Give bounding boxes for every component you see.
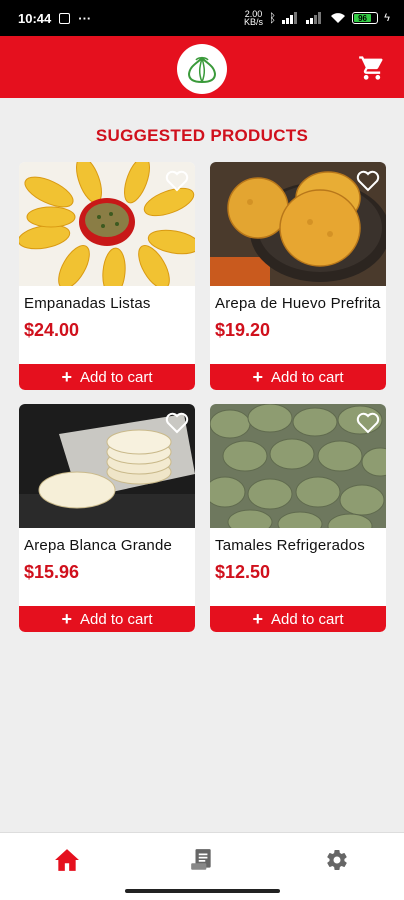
add-to-cart-button[interactable]: + Add to cart [210, 606, 386, 632]
arepa-huevo-photo [210, 162, 386, 286]
more-notifications-icon: ··· [78, 10, 92, 26]
notification-icon [59, 12, 71, 24]
add-to-cart-label: Add to cart [79, 368, 153, 386]
favorite-heart-icon[interactable] [165, 170, 189, 192]
plus-icon: + [61, 609, 72, 629]
add-to-cart-button[interactable]: + Add to cart [19, 364, 195, 390]
product-name: Arepa de Huevo Prefrita [215, 295, 381, 312]
favorite-heart-icon[interactable] [356, 412, 380, 434]
product-card[interactable]: Arepa Blanca Grande $15.96 + Add to cart [19, 404, 195, 632]
add-to-cart-button[interactable]: + Add to cart [210, 364, 386, 390]
section-title: SUGGESTED PRODUCTS [95, 126, 309, 145]
product-name: Tamales Refrigerados [215, 537, 365, 554]
product-price: $19.20 [215, 320, 271, 340]
product-price: $15.96 [24, 562, 80, 582]
status-time: 10:44 [18, 10, 52, 26]
product-grid: Empanadas Listas $24.00 + Add to cart Ar… [19, 162, 387, 632]
plus-icon: + [252, 367, 263, 387]
bottom-navigation [0, 832, 404, 886]
plus-icon: + [61, 367, 72, 387]
home-icon[interactable] [47, 840, 87, 880]
add-to-cart-button[interactable]: + Add to cart [19, 606, 195, 632]
net-speed: 2.00 KB/s [243, 9, 263, 27]
product-name: Arepa Blanca Grande [24, 537, 173, 554]
plus-icon: + [252, 609, 263, 629]
cart-icon[interactable] [358, 54, 386, 82]
tamales-logo-icon[interactable] [177, 44, 227, 94]
status-bar: 10:44 ··· 2.00 KB/s ᛒ 96 ϟ [0, 0, 404, 36]
add-to-cart-label: Add to cart [79, 610, 153, 628]
settings-icon[interactable] [317, 840, 357, 880]
product-card[interactable]: Tamales Refrigerados $12.50 + Add to car… [210, 404, 386, 632]
product-price: $12.50 [215, 562, 271, 582]
add-to-cart-label: Add to cart [270, 610, 344, 628]
battery-icon: 96 [352, 12, 379, 24]
arepa-blanca-photo [19, 404, 195, 528]
signal-icon [282, 12, 298, 24]
add-to-cart-label: Add to cart [270, 368, 344, 386]
empanadas-photo [19, 162, 195, 286]
gesture-handle[interactable] [125, 889, 280, 893]
product-price: $24.00 [24, 320, 80, 340]
wifi-icon [331, 13, 346, 23]
product-name: Empanadas Listas [24, 295, 151, 312]
favorite-heart-icon[interactable] [165, 412, 189, 434]
app-header [0, 36, 404, 98]
signal-icon-2 [306, 12, 322, 24]
product-card[interactable]: Empanadas Listas $24.00 + Add to cart [19, 162, 195, 390]
bluetooth-icon: ᛒ [268, 11, 277, 25]
charging-icon: ϟ [384, 12, 390, 24]
orders-icon[interactable] [182, 840, 222, 880]
product-card[interactable]: Arepa de Huevo Prefrita $19.20 + Add to … [210, 162, 386, 390]
favorite-heart-icon[interactable] [356, 170, 380, 192]
tamales-photo [210, 404, 386, 528]
